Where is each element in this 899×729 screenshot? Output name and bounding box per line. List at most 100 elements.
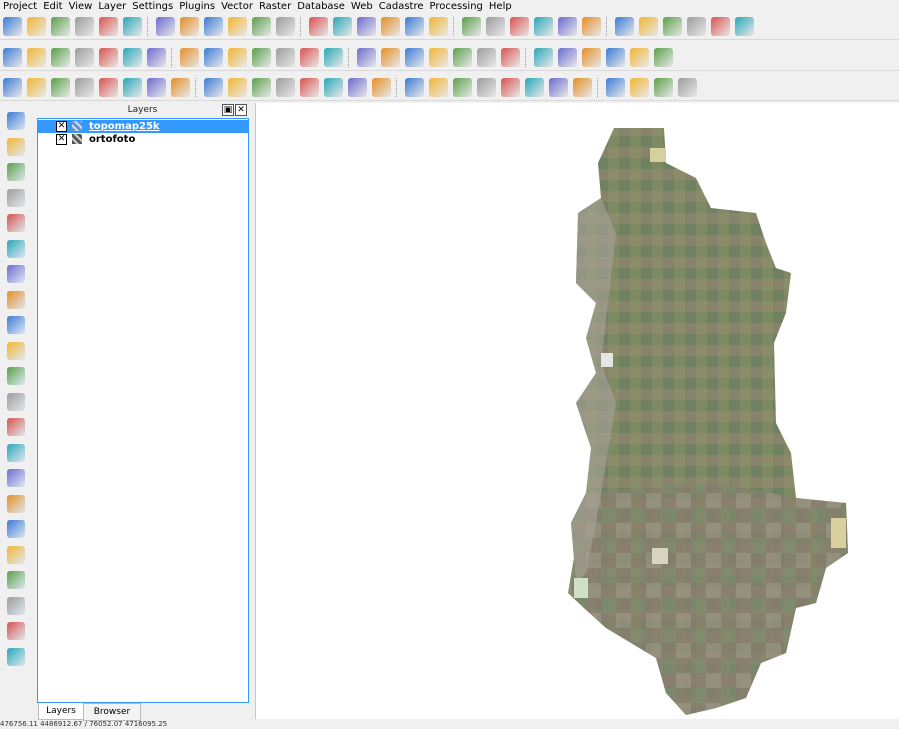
group-layers-icon[interactable] <box>7 494 25 513</box>
zoom-full-icon[interactable] <box>309 17 328 36</box>
add-wfs-layer-icon[interactable] <box>7 341 25 360</box>
new-spatialite-icon[interactable] <box>7 418 25 436</box>
decrease-contrast-icon[interactable] <box>549 78 568 97</box>
show-hide-label-icon[interactable] <box>51 48 70 67</box>
move-label-icon[interactable] <box>75 48 94 67</box>
digitize-icon[interactable] <box>477 48 496 67</box>
grid-icon[interactable] <box>573 78 592 97</box>
raster-calculator-icon[interactable] <box>180 48 199 67</box>
add-oracle-layer-icon[interactable] <box>7 239 25 258</box>
save-edits-icon[interactable] <box>501 48 520 67</box>
new-print-composer-icon[interactable] <box>99 17 118 36</box>
select-by-expression-icon[interactable] <box>534 17 553 36</box>
map-tips-icon[interactable] <box>639 17 658 36</box>
hand-icon[interactable] <box>606 78 625 97</box>
tab-layers[interactable]: Layers <box>38 703 84 720</box>
road-graph-icon[interactable] <box>252 48 271 67</box>
delete-ring-icon[interactable] <box>147 78 166 97</box>
zoom-actual-size-icon[interactable] <box>276 17 295 36</box>
touch-zoom-pan-icon[interactable] <box>156 17 175 36</box>
local-stretch-icon[interactable] <box>453 78 472 97</box>
add-circle-icon[interactable] <box>7 571 25 589</box>
coordinate-capture-icon[interactable] <box>204 48 223 67</box>
plugin-icon[interactable] <box>405 48 424 67</box>
spatial-bookmark-icon[interactable] <box>7 520 25 538</box>
new-temporary-layer-icon[interactable] <box>7 443 25 462</box>
copy-features-icon[interactable] <box>630 48 649 67</box>
move-label-icon[interactable] <box>7 596 25 615</box>
menu-project[interactable]: Project <box>0 0 40 13</box>
node-tool-icon[interactable] <box>7 545 25 564</box>
open-attribute-table-icon[interactable] <box>558 17 577 36</box>
open-project-icon[interactable] <box>27 17 46 36</box>
add-postgis-layer-icon[interactable] <box>7 163 25 181</box>
raster-info-icon[interactable] <box>630 78 649 97</box>
new-bookmark-icon[interactable] <box>663 17 682 36</box>
rotate-point-symbols-icon[interactable] <box>348 78 367 97</box>
new-project-icon[interactable] <box>3 17 22 36</box>
merge-features-icon[interactable] <box>300 78 319 97</box>
close-panel-button[interactable]: ✕ <box>235 104 247 116</box>
toggle-editing-icon[interactable] <box>453 48 472 67</box>
composer-manager-icon[interactable] <box>123 17 142 36</box>
show-bookmarks-icon[interactable] <box>687 17 706 36</box>
menu-edit[interactable]: Edit <box>40 0 65 13</box>
add-delimited-text-icon[interactable] <box>7 367 25 385</box>
add-part-icon[interactable] <box>99 78 118 97</box>
identify-icon[interactable] <box>462 17 481 36</box>
tab-browser[interactable]: Browser <box>83 703 141 721</box>
paste-features-icon[interactable] <box>654 48 673 67</box>
decrease-brightness-icon[interactable] <box>501 78 520 97</box>
layer-visibility-checkbox[interactable]: ✕ <box>56 121 67 132</box>
add-feature-icon[interactable] <box>429 48 448 67</box>
measure-line-icon[interactable] <box>615 17 634 36</box>
wms-icon[interactable] <box>381 48 400 67</box>
offset-curve-icon[interactable] <box>228 78 247 97</box>
openlayers-icon[interactable] <box>324 48 343 67</box>
menu-database[interactable]: Database <box>294 0 348 13</box>
zoom-to-layer-icon[interactable] <box>357 17 376 36</box>
select-features-icon[interactable] <box>486 17 505 36</box>
refresh-icon[interactable] <box>429 17 448 36</box>
db-manager-icon[interactable] <box>300 48 319 67</box>
menu-vector[interactable]: Vector <box>218 0 256 13</box>
increase-contrast-icon[interactable] <box>525 78 544 97</box>
menu-plugins[interactable]: Plugins <box>176 0 218 13</box>
zoom-last-icon[interactable] <box>381 17 400 36</box>
move-feature-icon[interactable] <box>534 48 553 67</box>
add-sqlanywhere-layer-icon[interactable] <box>7 265 25 283</box>
layer-tree[interactable]: ✕ topomap25k ✕ ortofoto <box>37 118 249 703</box>
add-ring-icon[interactable] <box>75 78 94 97</box>
add-wms-layer-icon[interactable] <box>7 290 25 309</box>
simplify-feature-icon[interactable] <box>51 78 70 97</box>
reshape-features-icon[interactable] <box>204 78 223 97</box>
add-mssql-layer-icon[interactable] <box>7 214 25 232</box>
menu-web[interactable]: Web <box>348 0 376 13</box>
fill-ring-icon[interactable] <box>123 78 142 97</box>
cut-features-icon[interactable] <box>606 48 625 67</box>
split-features-icon[interactable] <box>252 78 271 97</box>
rotate-label-icon[interactable] <box>99 48 118 67</box>
add-spatialite-layer-icon[interactable] <box>7 188 25 207</box>
menu-cadastre[interactable]: Cadastre <box>376 0 427 13</box>
pin-label-icon[interactable] <box>27 48 46 67</box>
save-project-icon[interactable] <box>51 17 70 36</box>
band-stretch-icon[interactable] <box>429 78 448 97</box>
georeferencer-icon[interactable] <box>147 48 166 67</box>
increase-brightness-icon[interactable] <box>477 78 496 97</box>
label-tool-icon[interactable] <box>3 48 22 67</box>
spatial-query-icon[interactable] <box>276 48 295 67</box>
float-panel-button[interactable]: ▣ <box>222 104 234 116</box>
layer-visibility-checkbox[interactable]: ✕ <box>56 134 67 145</box>
redo-icon[interactable] <box>27 78 46 97</box>
pan-map-icon[interactable] <box>180 17 199 36</box>
add-wcs-layer-icon[interactable] <box>7 316 25 334</box>
map-canvas[interactable] <box>255 103 899 719</box>
zoom-to-selection-icon[interactable] <box>333 17 352 36</box>
save-as-icon[interactable] <box>75 17 94 36</box>
histogram-icon[interactable] <box>372 78 391 97</box>
menu-layer[interactable]: Layer <box>95 0 129 13</box>
virtual-layer-icon[interactable] <box>7 622 25 640</box>
menu-help[interactable]: Help <box>486 0 515 13</box>
autocad-icon[interactable] <box>357 48 376 67</box>
